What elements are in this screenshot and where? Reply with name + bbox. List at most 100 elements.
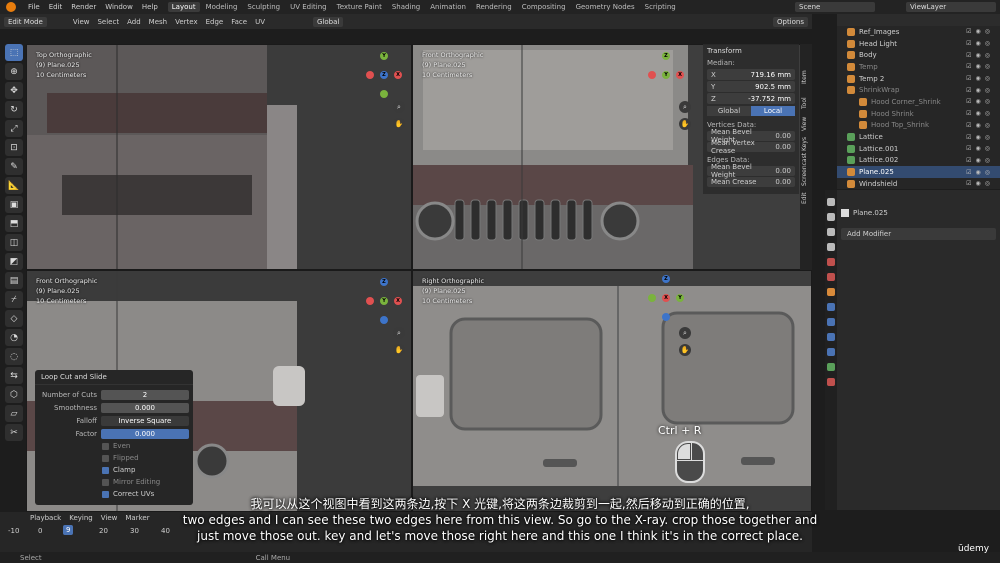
spin-icon[interactable]: ◔ [5, 329, 23, 346]
shear-icon[interactable]: ▱ [5, 405, 23, 422]
menu-window[interactable]: Window [105, 3, 133, 11]
visibility-icons[interactable]: ☑◉◎ [966, 98, 1000, 105]
gizmo-x-axis[interactable]: X [676, 71, 684, 79]
outliner-item[interactable]: Hood Top_Shrink ☑◉◎ [837, 120, 1000, 132]
visibility-icons[interactable]: ☑◉◎ [966, 28, 1000, 35]
gizmo-neg-y-axis[interactable] [380, 90, 388, 98]
zoom-icon[interactable]: ⌕ [393, 101, 405, 113]
local-button[interactable]: Local [751, 106, 795, 116]
outliner-item[interactable]: Head Light ☑◉◎ [837, 38, 1000, 50]
global-button[interactable]: Global [707, 106, 751, 116]
median-z-field[interactable]: Z -37.752 mm [707, 93, 795, 104]
loop-cut-icon[interactable]: ▤ [5, 272, 23, 289]
gizmo-x-axis[interactable]: X [662, 294, 670, 302]
panel-title[interactable]: Loop Cut and Slide [35, 370, 193, 385]
header-menu-select[interactable]: Select [97, 18, 119, 26]
keying-menu[interactable]: Keying [69, 514, 93, 522]
navigation-gizmo[interactable]: Z Y X [359, 276, 409, 326]
outliner-item[interactable]: Lattice.001 ☑◉◎ [837, 143, 1000, 155]
falloff-dropdown[interactable]: Inverse Square [101, 416, 189, 426]
constraints-icon[interactable] [827, 348, 835, 356]
gizmo-neg-x-axis[interactable] [648, 71, 656, 79]
outliner-item[interactable]: Body ☑◉◎ [837, 49, 1000, 61]
median-x-field[interactable]: X 719.16 mm [707, 69, 795, 80]
shrink-fatten-icon[interactable]: ⬡ [5, 386, 23, 403]
select-box-icon[interactable]: ⬚ [5, 44, 23, 61]
viewport-top[interactable]: Top Orthographic (9) Plane.025 10 Centim… [26, 44, 412, 270]
gizmo-x-axis[interactable]: X [394, 297, 402, 305]
tab-layout[interactable]: Layout [167, 2, 200, 12]
gizmo-z-axis[interactable]: Z [662, 52, 670, 60]
outliner-item[interactable]: Hood Shrink ☑◉◎ [837, 108, 1000, 120]
outliner-item-selected[interactable]: Plane.025 ☑◉◎ [837, 166, 1000, 178]
outliner-item[interactable]: Temp ☑◉◎ [837, 61, 1000, 73]
tab-animation[interactable]: Animation [426, 2, 470, 12]
gizmo-y-axis[interactable]: Y [676, 294, 684, 302]
visibility-icons[interactable]: ☑◉◎ [966, 157, 1000, 164]
annotate-icon[interactable]: ✎ [5, 158, 23, 175]
gizmo-y-axis[interactable]: Y [380, 297, 388, 305]
rip-icon[interactable]: ✂ [5, 424, 23, 441]
header-menu-view[interactable]: View [73, 18, 90, 26]
gizmo-z-axis[interactable]: Z [380, 278, 388, 286]
options-button[interactable]: Options [772, 16, 808, 27]
navigation-gizmo[interactable]: Y Z X [359, 50, 409, 100]
hand-pan-icon[interactable]: ✋ [679, 344, 691, 356]
scene-icon[interactable] [827, 258, 835, 266]
outliner-item[interactable]: Windshield ☑◉◎ [837, 178, 1000, 190]
gizmo-neg-x-axis[interactable] [366, 297, 374, 305]
zoom-icon[interactable]: ⌕ [679, 101, 691, 113]
smooth-icon[interactable]: ◌ [5, 348, 23, 365]
visibility-icons[interactable]: ☑◉◎ [966, 75, 1000, 82]
outliner-item[interactable]: Lattice ☑◉◎ [837, 131, 1000, 143]
inset-icon[interactable]: ◫ [5, 234, 23, 251]
tab-screencast-keys[interactable]: Screencast Keys [801, 126, 808, 186]
outliner-item[interactable]: ShrinkWrap ☑◉◎ [837, 84, 1000, 96]
tab-modeling[interactable]: Modeling [202, 2, 242, 12]
visibility-icons[interactable]: ☑◉◎ [966, 52, 1000, 59]
move-icon[interactable]: ✥ [5, 82, 23, 99]
clamp-checkbox[interactable]: Clamp [102, 464, 193, 476]
scene-selector[interactable]: Scene [795, 2, 875, 12]
output-properties-icon[interactable] [827, 228, 835, 236]
tool-properties-icon[interactable] [827, 198, 835, 206]
transform-header[interactable]: Transform [703, 44, 799, 56]
even-checkbox[interactable]: Even [102, 440, 193, 452]
visibility-icons[interactable]: ☑◉◎ [966, 40, 1000, 47]
add-modifier-dropdown[interactable]: Add Modifier [841, 228, 996, 240]
factor-field[interactable]: 0.000 [101, 429, 189, 439]
tab-compositing[interactable]: Compositing [518, 2, 570, 12]
view-menu[interactable]: View [101, 514, 118, 522]
tab-texture-paint[interactable]: Texture Paint [333, 2, 386, 12]
hand-pan-icon[interactable]: ✋ [393, 344, 405, 356]
visibility-icons[interactable]: ☑◉◎ [966, 134, 1000, 141]
navigation-gizmo[interactable]: Z Y X [641, 50, 691, 100]
visibility-icons[interactable]: ☑◉◎ [966, 122, 1000, 129]
mirror-editing-checkbox[interactable]: Mirror Editing [102, 476, 193, 488]
menu-file[interactable]: File [28, 3, 40, 11]
outliner-item[interactable]: Hood Corner_Shrink ☑◉◎ [837, 96, 1000, 108]
visibility-icons[interactable]: ☑◉◎ [966, 87, 1000, 94]
hand-pan-icon[interactable]: ✋ [393, 118, 405, 130]
poly-build-icon[interactable]: ◇ [5, 310, 23, 327]
current-frame-indicator[interactable]: 9 [63, 525, 74, 535]
header-menu-vertex[interactable]: Vertex [175, 18, 198, 26]
edge-slide-icon[interactable]: ⇆ [5, 367, 23, 384]
world-icon[interactable] [827, 273, 835, 281]
object-properties-icon[interactable] [827, 288, 835, 296]
viewport-right[interactable]: Right Orthographic (9) Plane.025 10 Cent… [412, 270, 812, 512]
scale-icon[interactable]: ⤢ [5, 120, 23, 137]
view-layer-icon[interactable] [827, 243, 835, 251]
hand-pan-icon[interactable]: ✋ [679, 118, 691, 130]
playback-menu[interactable]: Playback [30, 514, 61, 522]
outliner-item[interactable]: Lattice.002 ☑◉◎ [837, 155, 1000, 167]
measure-icon[interactable]: 📐 [5, 177, 23, 194]
number-of-cuts-field[interactable]: 2 [101, 390, 189, 400]
knife-icon[interactable]: ⌿ [5, 291, 23, 308]
modifier-wrench-icon[interactable] [827, 303, 835, 311]
outliner-item[interactable]: Temp 2 ☑◉◎ [837, 73, 1000, 85]
object-name-field[interactable]: Plane.025 [853, 209, 888, 217]
rotate-icon[interactable]: ↻ [5, 101, 23, 118]
zoom-icon[interactable]: ⌕ [679, 327, 691, 339]
visibility-icons[interactable]: ☑◉◎ [966, 63, 1000, 70]
